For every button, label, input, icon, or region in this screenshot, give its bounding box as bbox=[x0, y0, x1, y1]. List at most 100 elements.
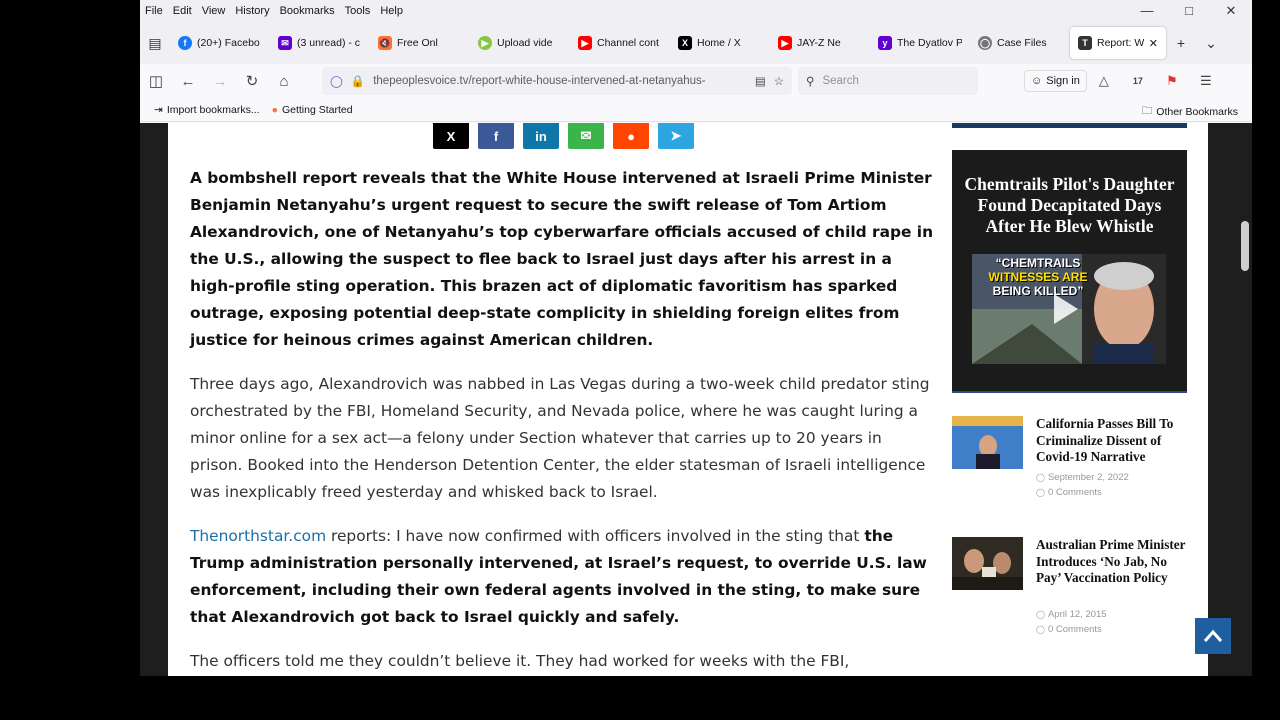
url-text[interactable]: thepeoplesvoice.tv/report-white-house-in… bbox=[373, 75, 747, 87]
back-icon[interactable]: ← bbox=[172, 73, 204, 90]
facebook-icon: f bbox=[493, 128, 499, 144]
post-title[interactable]: Australian Prime Minister Introduces ‘No… bbox=[1036, 537, 1187, 587]
tab[interactable]: ◯ Case Files bbox=[970, 27, 1070, 59]
share-facebook-button[interactable]: f bbox=[478, 123, 514, 149]
post-comments[interactable]: ◯ 0 Comments bbox=[1036, 622, 1102, 637]
yahoo-icon: y bbox=[878, 36, 892, 50]
share-email-button[interactable]: ✉ bbox=[568, 123, 604, 149]
menu-icon[interactable]: ☰ bbox=[1189, 73, 1223, 89]
article-body: A bombshell report reveals that the Whit… bbox=[190, 165, 935, 676]
tab-active[interactable]: T Report: Wh ✕ bbox=[1070, 27, 1166, 59]
globe-icon: ◯ bbox=[978, 36, 992, 50]
megaphone-icon[interactable]: ⚑ bbox=[1155, 73, 1189, 89]
youtube-icon: ▶ bbox=[778, 36, 792, 50]
getting-started-link[interactable]: ● Getting Started bbox=[266, 104, 359, 116]
tab-title: The Dyatlov P bbox=[897, 37, 962, 49]
page-scrollbar[interactable] bbox=[1238, 123, 1252, 676]
tab[interactable]: ▶ Upload vide bbox=[470, 27, 570, 59]
share-linkedin-button[interactable]: in bbox=[523, 123, 559, 149]
linkedin-icon: in bbox=[535, 128, 547, 144]
menu-bookmarks[interactable]: Bookmarks bbox=[275, 5, 340, 17]
tab[interactable]: 🔇 Free Onl bbox=[370, 27, 470, 59]
video-thumbnail[interactable]: “CHEMTRAILS WITNESSES ARE BEING KILLED” bbox=[972, 254, 1166, 364]
share-telegram-button[interactable]: ➤ bbox=[658, 123, 694, 149]
post-thumbnail[interactable] bbox=[952, 537, 1023, 590]
post-date-text: September 2, 2022 bbox=[1047, 472, 1129, 483]
folder-icon: 🗀 bbox=[1141, 105, 1153, 117]
youtube-icon: ▶ bbox=[578, 36, 592, 50]
menu-help[interactable]: Help bbox=[375, 5, 408, 17]
home-icon[interactable]: ⌂ bbox=[268, 73, 300, 90]
chevron-up-icon bbox=[1203, 629, 1223, 642]
page-viewport: X f in ✉ ● ➤ A bombshell report reveals … bbox=[140, 123, 1252, 676]
lock-icon[interactable]: 🔒 bbox=[351, 74, 365, 88]
sidebar-toggle-icon[interactable]: ◫ bbox=[140, 72, 172, 90]
post-date: ◯ September 2, 2022 bbox=[1036, 470, 1129, 485]
close-window-button[interactable]: ✕ bbox=[1210, 0, 1252, 22]
featured-video[interactable]: Chemtrails Pilot's Daughter Found Decapi… bbox=[952, 150, 1187, 393]
menu-file[interactable]: File bbox=[140, 5, 168, 17]
shield-icon[interactable]: ◯ bbox=[330, 74, 343, 88]
video-title[interactable]: Chemtrails Pilot's Daughter Found Decapi… bbox=[964, 174, 1175, 237]
sign-in-label: Sign in bbox=[1046, 75, 1080, 87]
menu-view[interactable]: View bbox=[197, 5, 231, 17]
close-tab-icon[interactable]: ✕ bbox=[1149, 37, 1158, 50]
post-title[interactable]: California Passes Bill To Criminalize Di… bbox=[1036, 416, 1187, 466]
comment-icon: ◯ bbox=[1036, 625, 1045, 634]
play-icon[interactable] bbox=[1054, 294, 1078, 324]
tab-title: Home / X bbox=[697, 37, 741, 49]
search-input[interactable]: ⚲ Search bbox=[798, 67, 978, 95]
tab[interactable]: f (20+) Facebo bbox=[170, 27, 270, 59]
forward-icon[interactable]: → bbox=[204, 73, 236, 90]
tab-bar: ▤ f (20+) Facebo ✉ (3 unread) - c 🔇 Free On… bbox=[140, 22, 1252, 64]
post-comments-text: 0 Comments bbox=[1047, 487, 1102, 498]
tab[interactable]: X Home / X bbox=[670, 27, 770, 59]
bookmark-star-icon[interactable]: ☆ bbox=[774, 74, 784, 88]
tab[interactable]: y The Dyatlov P bbox=[870, 27, 970, 59]
firefox-icon: ● bbox=[271, 103, 278, 116]
extensions-icon[interactable]: △ bbox=[1087, 73, 1121, 89]
back-to-top-button[interactable] bbox=[1195, 618, 1231, 654]
share-buttons: X f in ✉ ● ➤ bbox=[433, 123, 694, 149]
clock-icon: ◯ bbox=[1036, 610, 1045, 619]
tab[interactable]: ▶ JAY-Z Ne bbox=[770, 27, 870, 59]
other-bookmarks-link[interactable]: 🗀 Other Bookmarks bbox=[1136, 103, 1244, 121]
reload-icon[interactable]: ↻ bbox=[236, 72, 268, 90]
new-tab-icon[interactable]: + bbox=[1166, 35, 1196, 51]
post-comments-text: 0 Comments bbox=[1047, 624, 1102, 635]
tab-title: JAY-Z Ne bbox=[797, 37, 841, 49]
facebook-icon: f bbox=[178, 36, 192, 50]
chevron-down-icon[interactable]: ⌄ bbox=[1196, 35, 1226, 52]
menu-history[interactable]: History bbox=[230, 5, 274, 17]
share-x-button[interactable]: X bbox=[433, 123, 469, 149]
account-icon: ☺ bbox=[1031, 75, 1043, 87]
url-bar[interactable]: ◯ 🔒 thepeoplesvoice.tv/report-white-hous… bbox=[322, 67, 792, 95]
minimize-button[interactable]: — bbox=[1126, 0, 1168, 22]
getting-started-label: Getting Started bbox=[281, 103, 353, 116]
search-icon: ⚲ bbox=[806, 76, 815, 88]
reader-view-icon[interactable]: ▤ bbox=[755, 74, 766, 88]
tab-title: (20+) Facebo bbox=[197, 37, 260, 49]
post-comments[interactable]: ◯ 0 Comments bbox=[1036, 485, 1102, 500]
tab[interactable]: ✉ (3 unread) - c bbox=[270, 27, 370, 59]
source-link[interactable]: Thenorthstar.com bbox=[190, 527, 326, 545]
article-paragraph: Thenorthstar.com reports: I have now con… bbox=[190, 523, 935, 631]
sidebar-divider bbox=[952, 123, 1187, 128]
x-icon: X bbox=[678, 36, 692, 50]
post-date-text: April 12, 2015 bbox=[1047, 609, 1107, 620]
tab[interactable]: ▶ Channel cont bbox=[570, 27, 670, 59]
extension-badge-icon[interactable]: 17 bbox=[1121, 76, 1155, 86]
mail-icon: ✉ bbox=[278, 36, 292, 50]
other-bookmarks-label: Other Bookmarks bbox=[1156, 106, 1238, 118]
post-thumbnail[interactable] bbox=[952, 416, 1023, 469]
caption-line: “CHEMTRAILS bbox=[995, 256, 1081, 270]
sign-in-button[interactable]: ☺ Sign in bbox=[1024, 70, 1087, 92]
maximize-button[interactable]: □ bbox=[1168, 0, 1210, 22]
import-bookmarks-link[interactable]: ⇥ Import bookmarks... bbox=[148, 104, 266, 116]
share-reddit-button[interactable]: ● bbox=[613, 123, 649, 149]
menu-edit[interactable]: Edit bbox=[168, 5, 197, 17]
import-icon: ⇥ bbox=[154, 103, 163, 116]
scrollbar-thumb[interactable] bbox=[1241, 221, 1249, 271]
menu-tools[interactable]: Tools bbox=[340, 5, 376, 17]
tab-list-icon[interactable]: ▤ bbox=[140, 35, 170, 52]
